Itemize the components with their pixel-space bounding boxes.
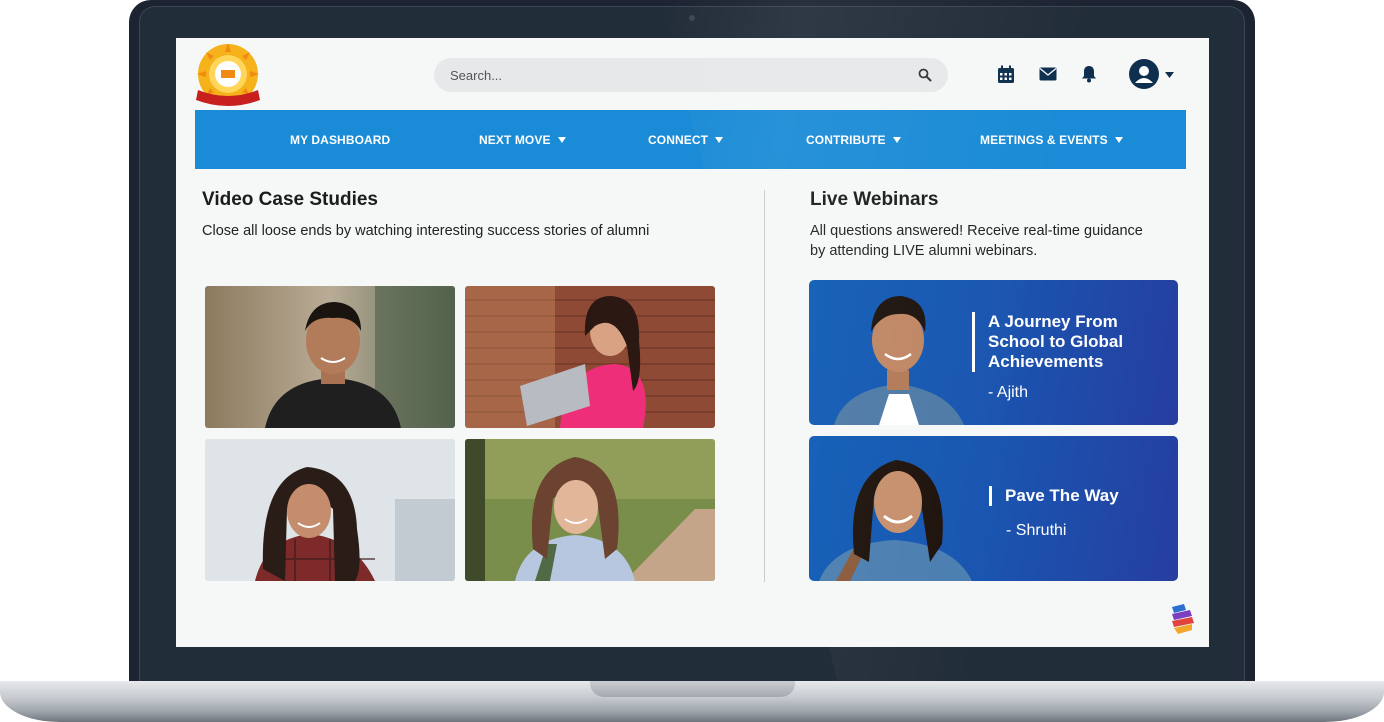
webinar-card-ajith[interactable]: A Journey From School to Global Achievem… [809,280,1178,425]
nav-item-label: MEETINGS & EVENTS [980,132,1108,147]
search-input[interactable] [450,67,918,83]
search-bar [434,58,948,92]
mail-icon[interactable] [1038,64,1058,84]
live-webinars-description-line2: by attending LIVE alumni webinars. [810,243,1038,259]
caret-down-icon [892,136,901,143]
calendar-icon[interactable] [996,64,1016,84]
screen: MY DASHBOARD NEXT MOVE CONNECT CONTRIBUT… [176,38,1209,647]
webinar-title-block: A Journey From School to Global Achievem… [972,312,1123,372]
nav-meetings-events[interactable]: MEETINGS & EVENTS [980,110,1123,169]
live-webinars-title: Live Webinars [810,189,939,210]
nav-contribute[interactable]: CONTRIBUTE [806,110,901,169]
video-case-studies-title: Video Case Studies [202,189,378,210]
caret-down-icon[interactable] [1165,65,1174,83]
main-nav: MY DASHBOARD NEXT MOVE CONNECT CONTRIBUT… [195,110,1186,169]
user-avatar-icon[interactable] [1129,59,1159,89]
video-case-studies-description: Close all loose ends by watching interes… [202,223,650,239]
user-menu[interactable] [1129,59,1174,89]
webinar-title-line: A Journey From [988,312,1118,331]
webinar-title-line: Achievements [988,352,1104,371]
section-divider [764,190,765,582]
video-thumbnail-woman-park[interactable] [465,439,715,581]
nav-item-label: MY DASHBOARD [290,132,391,147]
video-thumbnail-young-man[interactable] [205,286,455,428]
nav-item-label: NEXT MOVE [479,132,551,147]
nav-next-move[interactable]: NEXT MOVE [479,110,566,169]
video-thumbnail-woman-laptop[interactable] [465,286,715,428]
nav-item-label: CONNECT [648,132,709,147]
webinar-title-block: Pave The Way [989,486,1119,506]
video-thumbnail-woman-plaid[interactable] [205,439,455,581]
webinar-speaker: - Shruthi [1006,522,1067,539]
webinar-title-line: School to Global [988,332,1124,351]
search-icon[interactable] [918,68,932,82]
webinar-title-line: Pave The Way [1005,486,1119,505]
live-webinars-description-line1: All questions answered! Receive real-tim… [810,223,1143,239]
nav-connect[interactable]: CONNECT [648,110,724,169]
school-logo[interactable] [194,43,262,108]
bell-icon[interactable] [1079,64,1099,84]
caret-down-icon [557,136,566,143]
webinar-card-shruthi[interactable]: Pave The Way - Shruthi [809,436,1178,581]
laptop-notch [590,681,795,697]
webcam [689,15,695,21]
webinar-speaker: - Ajith [988,384,1029,401]
caret-down-icon [1114,136,1123,143]
caret-down-icon [715,136,724,143]
nav-item-label: CONTRIBUTE [806,132,886,147]
brand-logo-icon [1170,603,1196,637]
nav-my-dashboard[interactable]: MY DASHBOARD [290,110,390,169]
